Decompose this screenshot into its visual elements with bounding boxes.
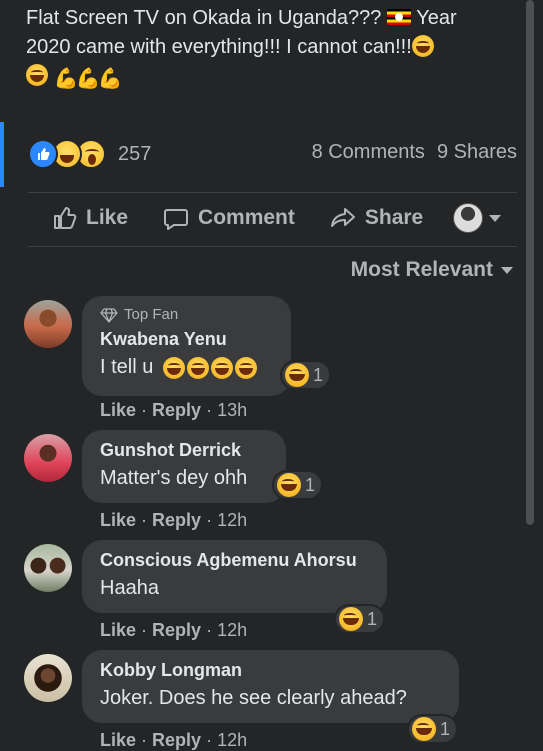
reaction-count: 1 [313, 364, 324, 385]
active-post-indicator [0, 122, 4, 187]
divider [28, 246, 517, 247]
comment-bubble: Kobby Longman Joker. Does he see clearly… [82, 650, 459, 723]
share-arrow-icon [330, 208, 355, 227]
like-label: Like [86, 206, 129, 229]
reaction-count: 1 [440, 718, 451, 739]
laughing-face-icon [162, 356, 185, 379]
comment-timestamp[interactable]: 12h [217, 620, 247, 640]
chevron-down-icon [501, 266, 513, 274]
comment-timestamp[interactable]: 12h [217, 510, 247, 530]
post-text: Flat Screen TV on Okada in Uganda??? Yea… [26, 4, 516, 91]
diamond-icon [100, 307, 118, 323]
comment-meta: Like · Reply · 12h [100, 620, 248, 640]
comment-like-link[interactable]: Like [100, 400, 136, 420]
avatar[interactable] [24, 654, 72, 702]
comment-reply-link[interactable]: Reply [152, 510, 201, 530]
flexed-biceps-icon: 💪 [53, 68, 79, 90]
divider [28, 192, 517, 193]
comment-meta: Like · Reply · 12h [100, 730, 248, 750]
comment-timestamp[interactable]: 12h [217, 730, 247, 750]
comment-bubble: Top Fan Kwabena Yenu I tell u [82, 296, 291, 396]
comment-like-link[interactable]: Like [100, 510, 136, 530]
comment-text-content: I tell u [100, 356, 154, 378]
comment-meta: Like · Reply · 12h [100, 510, 248, 530]
laughing-face-icon [26, 64, 48, 86]
comment-like-link[interactable]: Like [100, 620, 136, 640]
comments-count-link[interactable]: 8 Comments [312, 141, 425, 164]
post-text-line1-end: Year [416, 7, 457, 29]
comment-text: I tell u [100, 356, 273, 379]
comment-reply-link[interactable]: Reply [152, 400, 201, 420]
comment-reaction-count[interactable]: 1 [280, 360, 332, 390]
comment-text: Haaha [100, 577, 159, 599]
top-fan-badge: Top Fan [100, 306, 273, 323]
post-as-selector[interactable] [453, 203, 502, 233]
haha-reaction-icon [412, 717, 436, 741]
uganda-flag-icon [386, 9, 411, 25]
badge-label: Top Fan [124, 306, 179, 323]
comment-reaction-count[interactable]: 1 [407, 714, 459, 744]
commenter-name[interactable]: Conscious Agbemenu Ahorsu [100, 550, 369, 571]
reaction-summary[interactable]: 257 [28, 137, 151, 171]
sort-label: Most Relevant [350, 258, 493, 281]
comment-timestamp[interactable]: 13h [217, 400, 247, 420]
comment-reply-link[interactable]: Reply [152, 620, 201, 640]
comment-reply-link[interactable]: Reply [152, 730, 201, 750]
comment-text: Matter's dey ohh [100, 467, 248, 489]
avatar[interactable] [24, 544, 72, 592]
commenter-name[interactable]: Gunshot Derrick [100, 440, 268, 461]
comment-bubble: Gunshot Derrick Matter's dey ohh [82, 430, 286, 503]
like-button[interactable]: Like [50, 204, 128, 232]
comment-sort-dropdown[interactable]: Most Relevant [351, 258, 513, 282]
viewer-avatar [453, 203, 484, 233]
comment-bubble: Conscious Agbemenu Ahorsu Haaha [82, 540, 387, 613]
haha-reaction-icon [285, 363, 309, 387]
rolling-laughing-face-icon [186, 356, 209, 379]
comment-reaction-count[interactable]: 1 [334, 604, 386, 634]
avatar[interactable] [24, 300, 72, 348]
post-actions: Like Comment Share [28, 196, 517, 240]
commenter-name[interactable]: Kobby Longman [100, 660, 441, 681]
share-button[interactable]: Share [329, 204, 423, 232]
laughing-face-icon [411, 35, 434, 57]
post-stats: 8 Comments 9 Shares [312, 141, 517, 164]
comment-meta: Like · Reply · 13h [100, 400, 248, 420]
comment-reaction-count[interactable]: 1 [272, 470, 324, 500]
flexed-biceps-icon: 💪 [75, 68, 101, 90]
commenter-name[interactable]: Kwabena Yenu [100, 329, 273, 350]
share-label: Share [364, 206, 424, 229]
like-reaction-icon [28, 139, 58, 169]
rolling-laughing-face-icon [210, 356, 233, 379]
haha-reaction-icon [277, 473, 301, 497]
scrollbar[interactable] [526, 0, 534, 525]
comment-like-link[interactable]: Like [100, 730, 136, 750]
chevron-down-icon [489, 214, 502, 222]
comment-icon [164, 209, 189, 230]
comment-text: Joker. Does he see clearly ahead? [100, 687, 407, 709]
reaction-count[interactable]: 257 [118, 143, 151, 166]
flexed-biceps-icon: 💪 [97, 68, 123, 90]
comment-button[interactable]: Comment [162, 204, 295, 232]
avatar[interactable] [24, 434, 72, 482]
post-text-line1: Flat Screen TV on Okada in Uganda??? [26, 7, 382, 29]
shares-count-link[interactable]: 9 Shares [437, 141, 517, 164]
thumbs-up-icon [54, 207, 77, 229]
reaction-count: 1 [305, 474, 316, 495]
reaction-count: 1 [367, 608, 378, 629]
haha-reaction-icon [339, 607, 363, 631]
post-text-line2: 2020 came with everything!!! I cannot ca… [26, 36, 412, 58]
comment-label: Comment [198, 206, 295, 229]
rolling-laughing-face-icon [234, 356, 257, 379]
